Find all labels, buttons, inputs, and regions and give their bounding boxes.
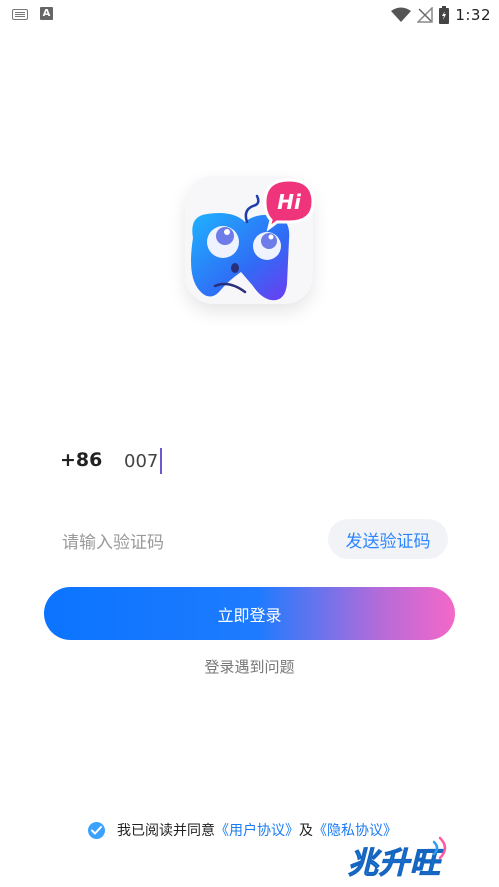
privacy-policy-link[interactable]: 《隐私协议》 [313, 820, 397, 840]
agreement-checkbox[interactable] [88, 821, 105, 839]
logo-badge-text: Hi [277, 190, 302, 214]
watermark-logo: 兆升旺 [348, 846, 441, 882]
app-logo: Hi [185, 176, 315, 306]
agreement-conjunction: 及 [299, 823, 313, 839]
battery-icon [439, 6, 450, 24]
status-time: 1:32 [455, 6, 491, 24]
wifi-icon [391, 7, 412, 23]
send-code-button[interactable]: 发送验证码 [328, 519, 448, 559]
a-letter-icon: A [40, 7, 53, 20]
phone-number-value: 007 [124, 450, 159, 472]
login-button[interactable]: 立即登录 [44, 587, 455, 640]
keyboard-icon [12, 9, 28, 20]
no-signal-icon [417, 7, 434, 23]
gamepad-mascot-icon: Hi [191, 178, 315, 301]
country-code-selector[interactable]: +86 [60, 449, 102, 471]
signal-wave-icon [432, 836, 447, 860]
check-icon [91, 825, 102, 834]
status-bar: A 1:32 [0, 0, 499, 30]
verification-code-input[interactable]: 请输入验证码 [62, 528, 164, 553]
phone-number-input[interactable]: 007 [124, 448, 163, 474]
agreement-row: 我已阅读并同意 《用户协议》 及 《隐私协议》 [88, 820, 397, 840]
system-status: 1:32 [391, 3, 491, 27]
login-problem-link[interactable]: 登录遇到问题 [0, 656, 499, 677]
agreement-prefix: 我已阅读并同意 [117, 823, 215, 839]
text-cursor [160, 448, 163, 474]
user-agreement-link[interactable]: 《用户协议》 [215, 820, 299, 840]
